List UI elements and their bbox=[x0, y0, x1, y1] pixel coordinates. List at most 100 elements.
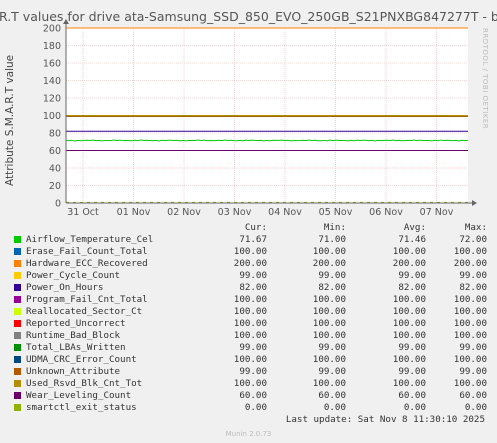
y-tick-label: 60 bbox=[49, 146, 61, 157]
legend-swatch bbox=[14, 392, 21, 399]
legend-series-name: Reallocated_Sector_Ct bbox=[26, 306, 143, 317]
y-tick-label: 20 bbox=[49, 181, 61, 192]
y-tick-label: 160 bbox=[43, 59, 61, 70]
legend-swatch bbox=[14, 248, 21, 255]
legend-max-value: 99.00 bbox=[459, 270, 487, 281]
munin-version: Munin 2.0.73 bbox=[225, 430, 272, 438]
legend-max-value: 100.00 bbox=[453, 354, 487, 365]
legend-swatch bbox=[14, 260, 21, 267]
legend-min-value: 71.00 bbox=[318, 234, 346, 245]
legend-series-name: Airflow_Temperature_Cel bbox=[26, 234, 154, 245]
legend-min-value: 200.00 bbox=[312, 258, 346, 269]
legend-max-value: 60.00 bbox=[459, 390, 487, 401]
legend-swatch bbox=[14, 296, 21, 303]
legend-min-value: 82.00 bbox=[318, 282, 346, 293]
legend-min-value: 100.00 bbox=[312, 354, 346, 365]
legend-swatch bbox=[14, 404, 21, 411]
legend-max-value: 99.00 bbox=[459, 366, 487, 377]
legend-swatch bbox=[14, 320, 21, 327]
legend-min-value: 100.00 bbox=[312, 318, 346, 329]
y-tick-label: 0 bbox=[55, 199, 61, 210]
legend-max-value: 82.00 bbox=[459, 282, 487, 293]
legend-series-name: Unknown_Attribute bbox=[26, 366, 121, 377]
legend-min-value: 99.00 bbox=[318, 366, 346, 377]
header-max: Max: bbox=[464, 222, 487, 233]
header-cur: Cur: bbox=[244, 222, 267, 233]
x-tick-label: 05 Nov bbox=[319, 207, 353, 218]
legend-avg-value: 100.00 bbox=[392, 246, 426, 257]
legend-max-value: 100.00 bbox=[453, 318, 487, 329]
legend-series-name: Reported_Uncorrect bbox=[26, 318, 126, 329]
legend-cur-value: 99.00 bbox=[239, 342, 267, 353]
legend-max-value: 100.00 bbox=[453, 330, 487, 341]
y-axis-arrow bbox=[63, 19, 69, 24]
legend-avg-value: 99.00 bbox=[398, 270, 426, 281]
legend-min-value: 100.00 bbox=[312, 330, 346, 341]
legend-avg-value: 71.46 bbox=[398, 234, 426, 245]
x-tick-label: 06 Nov bbox=[369, 207, 403, 218]
legend-swatch bbox=[14, 332, 21, 339]
legend-cur-value: 82.00 bbox=[239, 282, 267, 293]
legend-swatch bbox=[14, 356, 21, 363]
y-tick-label: 120 bbox=[43, 94, 61, 105]
legend-swatch bbox=[14, 380, 21, 387]
x-tick-label: 03 Nov bbox=[218, 207, 252, 218]
y-tick-label: 180 bbox=[43, 41, 61, 52]
series-line bbox=[65, 139, 469, 142]
legend-cur-value: 100.00 bbox=[233, 330, 267, 341]
legend-cur-value: 100.00 bbox=[233, 318, 267, 329]
legend-series-name: Erase_Fail_Count_Total bbox=[26, 246, 148, 257]
legend-max-value: 99.00 bbox=[459, 342, 487, 353]
legend-swatch bbox=[14, 344, 21, 351]
legend-avg-value: 99.00 bbox=[398, 366, 426, 377]
legend-avg-value: 100.00 bbox=[392, 318, 426, 329]
legend-series-name: Used_Rsvd_Blk_Cnt_Tot bbox=[26, 378, 143, 389]
legend-cur-value: 99.00 bbox=[239, 366, 267, 377]
x-axis-arrow bbox=[472, 200, 477, 206]
legend-avg-value: 200.00 bbox=[392, 258, 426, 269]
legend-series-name: Wear_Leveling_Count bbox=[26, 390, 132, 401]
legend-cur-value: 100.00 bbox=[233, 246, 267, 257]
legend-series-name: Hardware_ECC_Recovered bbox=[26, 258, 148, 269]
legend-avg-value: 100.00 bbox=[392, 294, 426, 305]
legend-swatch bbox=[14, 236, 21, 243]
header-min: Min: bbox=[323, 222, 346, 233]
legend-swatch bbox=[14, 272, 21, 279]
legend-avg-value: 100.00 bbox=[392, 330, 426, 341]
y-tick-label: 100 bbox=[43, 111, 61, 122]
legend-avg-value: 100.00 bbox=[392, 306, 426, 317]
legend-series-name: Runtime_Bad_Block bbox=[26, 330, 121, 341]
legend-avg-value: 99.00 bbox=[398, 342, 426, 353]
legend-avg-value: 82.00 bbox=[398, 282, 426, 293]
legend-swatch bbox=[14, 308, 21, 315]
legend-cur-value: 60.00 bbox=[239, 390, 267, 401]
legend-cur-value: 100.00 bbox=[233, 354, 267, 365]
legend-max-value: 100.00 bbox=[453, 294, 487, 305]
legend-series-name: Power_Cycle_Count bbox=[26, 270, 121, 281]
x-tick-label: 02 Nov bbox=[167, 207, 201, 218]
legend-max-value: 0.00 bbox=[464, 402, 487, 413]
legend-series-name: Power_On_Hours bbox=[26, 282, 104, 293]
legend-min-value: 100.00 bbox=[312, 294, 346, 305]
last-update: Last update: Sat Nov 8 11:30:10 2025 bbox=[285, 414, 485, 425]
legend-cur-value: 100.00 bbox=[233, 306, 267, 317]
legend-min-value: 99.00 bbox=[318, 342, 346, 353]
legend-max-value: 72.00 bbox=[459, 234, 487, 245]
y-tick-label: 200 bbox=[43, 24, 61, 35]
legend-cur-value: 0.00 bbox=[244, 402, 267, 413]
x-tick-label: 04 Nov bbox=[268, 207, 302, 218]
legend-min-value: 100.00 bbox=[312, 378, 346, 389]
legend-min-value: 100.00 bbox=[312, 306, 346, 317]
legend-series-name: UDMA_CRC_Error_Count bbox=[26, 354, 137, 365]
legend-series-name: smartctl_exit_status bbox=[26, 402, 137, 413]
legend-max-value: 200.00 bbox=[453, 258, 487, 269]
x-tick-label: 31 Oct bbox=[67, 207, 99, 218]
legend-cur-value: 71.67 bbox=[239, 234, 267, 245]
legend-cur-value: 200.00 bbox=[233, 258, 267, 269]
legend-swatch bbox=[14, 284, 21, 291]
legend-max-value: 100.00 bbox=[453, 306, 487, 317]
x-tick-label: 07 Nov bbox=[420, 207, 454, 218]
legend-min-value: 60.00 bbox=[318, 390, 346, 401]
legend-min-value: 99.00 bbox=[318, 270, 346, 281]
x-tick-label: 01 Nov bbox=[117, 207, 151, 218]
